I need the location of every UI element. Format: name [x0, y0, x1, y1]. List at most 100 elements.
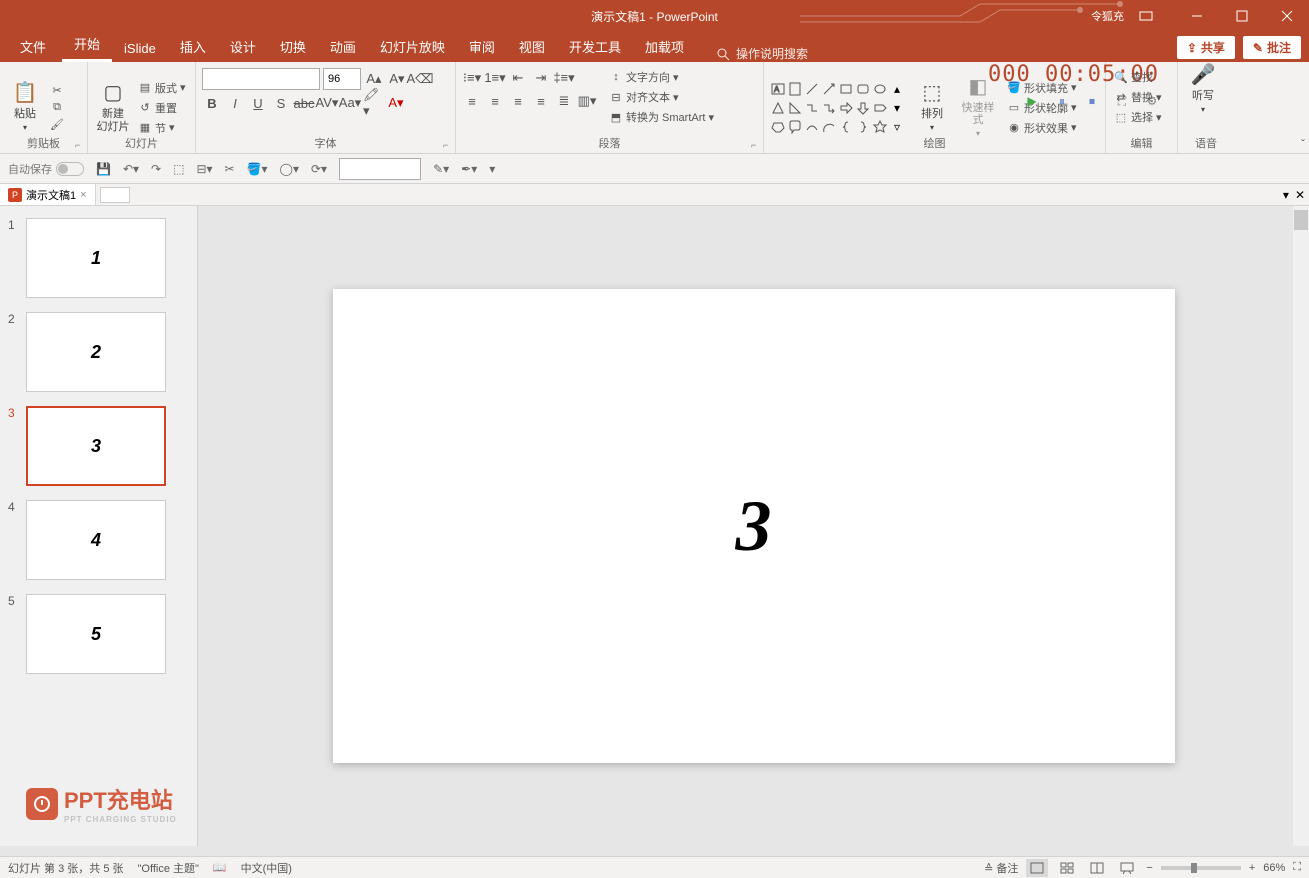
shapes-more[interactable]: ▿	[889, 118, 905, 136]
shape-arrow-down[interactable]	[855, 99, 871, 117]
align-center-button[interactable]: ≡	[485, 91, 505, 111]
status-language[interactable]: 中文(中国)	[241, 860, 292, 876]
thumb-slide-2[interactable]: 2	[26, 312, 166, 392]
shape-oval[interactable]	[872, 80, 888, 98]
thumb-slide-1[interactable]: 1	[26, 218, 166, 298]
shapes-scroll-down[interactable]: ▾	[889, 99, 905, 117]
decrease-indent-button[interactable]: ⇤	[508, 68, 528, 88]
thumb-slide-3[interactable]: 3	[26, 406, 166, 486]
save-button[interactable]: 💾	[96, 162, 111, 176]
thumb-slide-5[interactable]: 5	[26, 594, 166, 674]
zoom-level[interactable]: 66%	[1263, 862, 1285, 874]
shape-arc[interactable]	[821, 118, 837, 136]
vertical-scrollbar[interactable]	[1293, 206, 1309, 846]
timer-stop-icon[interactable]: ⏹	[1083, 92, 1101, 110]
shape-elbow[interactable]	[804, 99, 820, 117]
shape-arrow-right[interactable]	[838, 99, 854, 117]
font-family-input[interactable]	[202, 68, 320, 90]
shape-callout[interactable]	[787, 118, 803, 136]
close-button[interactable]	[1264, 0, 1309, 32]
increase-indent-button[interactable]: ⇥	[531, 68, 551, 88]
tab-insert[interactable]: 插入	[168, 31, 218, 62]
shape-brace-left[interactable]	[838, 118, 854, 136]
insert-object-button[interactable]: ⬚	[173, 162, 184, 176]
numbering-button[interactable]: 1≡▾	[485, 68, 505, 88]
status-slide-info[interactable]: 幻灯片 第 3 张，共 5 张	[8, 860, 124, 876]
font-color-button[interactable]: A▾	[386, 93, 406, 113]
tab-transitions[interactable]: 切换	[268, 31, 318, 62]
new-tab-button[interactable]	[100, 187, 130, 203]
ribbon-display-icon[interactable]	[1136, 6, 1156, 26]
tab-dropdown[interactable]: ▾	[1283, 188, 1289, 202]
shape-button[interactable]: ◯▾	[280, 162, 299, 176]
tab-animations[interactable]: 动画	[318, 31, 368, 62]
qat-input[interactable]	[339, 158, 421, 180]
align-button[interactable]: ⊟▾	[196, 162, 212, 176]
columns-button[interactable]: ▥▾	[577, 91, 597, 111]
shape-vtextbox[interactable]	[787, 80, 803, 98]
shape-freeform[interactable]	[770, 118, 786, 136]
char-spacing-button[interactable]: AV▾	[317, 93, 337, 113]
shape-brace-right[interactable]	[855, 118, 871, 136]
bullets-button[interactable]: ⁝≡▾	[462, 68, 482, 88]
refresh-button[interactable]: ⟳▾	[311, 162, 327, 176]
minimize-button[interactable]	[1174, 0, 1219, 32]
shape-arrow-line[interactable]	[821, 80, 837, 98]
fill-color-button[interactable]: 🪣▾	[247, 162, 268, 176]
qat-customize[interactable]: ▾	[489, 162, 495, 176]
tab-islide[interactable]: iSlide	[112, 35, 168, 62]
reset-button[interactable]: ↺重置	[136, 99, 188, 117]
slideshow-view-button[interactable]	[1116, 859, 1138, 877]
change-case-button[interactable]: Aa▾	[340, 93, 360, 113]
paragraph-launcher[interactable]: ⌐	[751, 140, 761, 150]
zoom-out-button[interactable]: −	[1146, 862, 1152, 874]
justify-button[interactable]: ≡	[531, 91, 551, 111]
highlight-button[interactable]: 🖍▾	[363, 93, 383, 113]
font-size-input[interactable]	[323, 68, 361, 90]
shape-effects-button[interactable]: ◉形状效果▾	[1005, 119, 1079, 137]
text-direction-button[interactable]: ↕文字方向▾	[607, 68, 716, 86]
shape-star[interactable]	[872, 118, 888, 136]
shape-rect[interactable]	[838, 80, 854, 98]
status-theme[interactable]: "Office 主题"	[138, 860, 199, 876]
current-slide[interactable]: 3	[333, 289, 1175, 763]
select-button[interactable]: ⬚选择▾	[1112, 108, 1171, 126]
italic-button[interactable]: I	[225, 93, 245, 113]
comments-button[interactable]: ✎批注	[1243, 36, 1301, 59]
bold-button[interactable]: B	[202, 93, 222, 113]
clipboard-launcher[interactable]: ⌐	[75, 140, 85, 150]
tab-file[interactable]: 文件	[8, 31, 58, 62]
timer-pause-icon[interactable]: ⏸	[1053, 92, 1071, 110]
section-button[interactable]: ▦节▾	[136, 119, 188, 137]
tab-addins[interactable]: 加载项	[633, 31, 696, 62]
tell-me-search[interactable]: 操作说明搜索	[716, 45, 808, 62]
tab-slideshow[interactable]: 幻灯片放映	[368, 31, 457, 62]
underline-button[interactable]: U	[248, 93, 268, 113]
strikethrough-button[interactable]: abc	[294, 93, 314, 113]
pen-button[interactable]: ✒▾	[461, 162, 477, 176]
reading-view-button[interactable]	[1086, 859, 1108, 877]
tab-developer[interactable]: 开发工具	[557, 31, 633, 62]
format-painter-button[interactable]: 🖌	[48, 117, 66, 132]
crop-button[interactable]: ✂	[225, 162, 235, 176]
shape-rtriangle[interactable]	[787, 99, 803, 117]
shape-elbow-arrow[interactable]	[821, 99, 837, 117]
zoom-slider[interactable]	[1161, 866, 1241, 870]
layout-button[interactable]: ▤版式▾	[136, 79, 188, 97]
autosave-toggle[interactable]: 自动保存	[8, 161, 84, 177]
undo-button[interactable]: ↶▾	[123, 162, 139, 176]
shape-line[interactable]	[804, 80, 820, 98]
increase-font-button[interactable]: A▴	[364, 69, 384, 89]
thumb-slide-4[interactable]: 4	[26, 500, 166, 580]
spellcheck-icon[interactable]: 📖	[213, 861, 227, 874]
maximize-button[interactable]	[1219, 0, 1264, 32]
replace-button[interactable]: ⇄替换▾	[1112, 88, 1171, 106]
tab-close[interactable]: ✕	[1295, 188, 1305, 202]
decrease-font-button[interactable]: A▾	[387, 69, 407, 89]
document-tab[interactable]: P 演示文稿1 ×	[0, 184, 96, 205]
tab-review[interactable]: 审阅	[457, 31, 507, 62]
shape-triangle[interactable]	[770, 99, 786, 117]
dictate-button[interactable]: 🎤听写▾	[1184, 64, 1222, 115]
close-tab-icon[interactable]: ×	[80, 189, 86, 201]
find-button[interactable]: 🔍查找	[1112, 68, 1171, 86]
